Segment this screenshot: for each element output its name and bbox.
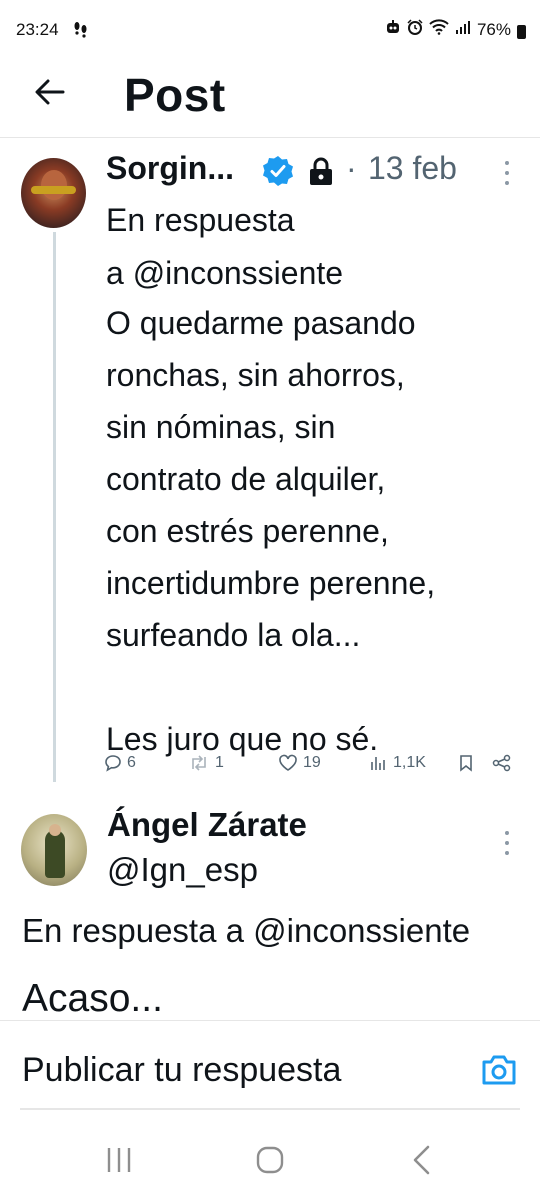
robot-icon <box>385 19 401 40</box>
like-count: 19 <box>303 754 321 771</box>
camera-icon[interactable] <box>480 1053 518 1087</box>
reply-bar: Publicar tu respuesta <box>0 1020 540 1110</box>
views-icon <box>371 757 385 770</box>
bookmark-icon <box>460 755 472 772</box>
battery-level: 76% <box>476 19 511 39</box>
footsteps-icon <box>72 20 90 41</box>
arrow-left-icon <box>35 79 65 105</box>
reply-context: En respuesta a @inconssiente <box>106 194 526 300</box>
back-button[interactable] <box>28 70 72 114</box>
reply-icon <box>105 755 121 772</box>
divider <box>20 1108 520 1110</box>
avatar-band <box>31 186 76 194</box>
header: Post <box>0 62 540 138</box>
date-separator: · <box>346 150 357 186</box>
system-nav-bar <box>0 1120 540 1200</box>
reply-context-prefix: En respuesta <box>106 202 295 238</box>
status-icons: 76% <box>385 19 526 40</box>
reply-count: 6 <box>127 754 136 771</box>
repost-icon <box>192 755 206 771</box>
views-button[interactable]: 1,1K <box>370 754 426 772</box>
reply-button[interactable]: 6 <box>104 754 136 772</box>
wifi-icon <box>429 19 449 40</box>
repost-count: 1 <box>215 754 224 771</box>
share-button[interactable] <box>492 754 512 772</box>
views-count: 1,1K <box>393 754 426 771</box>
verified-badge-icon <box>263 156 293 186</box>
repost-button[interactable]: 1 <box>188 754 224 772</box>
lock-icon <box>310 157 332 185</box>
avatar-figure <box>45 830 65 878</box>
battery-icon <box>517 24 526 39</box>
post-actions: 6 1 19 1,1K <box>104 754 524 784</box>
more-options-icon[interactable] <box>498 158 516 188</box>
bookmark-button[interactable] <box>458 754 474 772</box>
heart-icon <box>279 754 297 771</box>
post-body: O quedarme pasando ronchas, sin ahorros,… <box>106 305 436 757</box>
reply-context: En respuesta a @inconssiente <box>22 912 471 949</box>
like-button[interactable]: 19 <box>278 754 321 772</box>
status-bar: 23:24 76% <box>0 0 540 62</box>
page-title: Post <box>124 69 226 121</box>
home-icon[interactable] <box>255 1146 285 1174</box>
recent-apps-icon[interactable] <box>104 1146 134 1174</box>
share-icon <box>492 754 511 772</box>
reply-context-handle[interactable]: a @inconssiente <box>106 247 526 300</box>
author-handle[interactable]: @Ign_esp <box>107 851 258 889</box>
avatar[interactable] <box>21 158 86 228</box>
nav-back-icon[interactable] <box>410 1144 434 1176</box>
status-time: 23:24 <box>16 20 59 39</box>
reply-input[interactable]: Publicar tu respuesta <box>22 1051 341 1090</box>
alarm-icon <box>407 19 423 40</box>
thread-line <box>53 232 56 782</box>
signal-icon <box>455 19 471 40</box>
post-date[interactable]: 13 feb <box>368 150 457 187</box>
more-options-icon[interactable] <box>498 828 516 858</box>
avatar-face <box>41 170 67 200</box>
author-name[interactable]: Ángel Zárate <box>107 806 307 844</box>
avatar-head <box>49 824 61 836</box>
post-body: Acaso... <box>22 978 163 1020</box>
avatar[interactable] <box>21 814 87 886</box>
author-name[interactable]: Sorgin... <box>106 150 234 187</box>
